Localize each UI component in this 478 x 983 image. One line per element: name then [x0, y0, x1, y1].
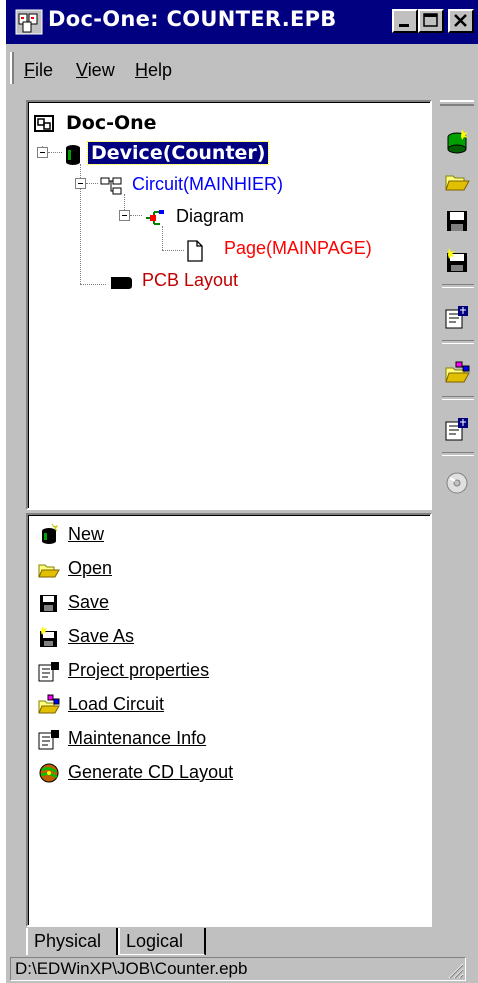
- tree-diagram-label: Diagram: [176, 206, 245, 226]
- menu-view-label: iew: [87, 60, 115, 80]
- doc-one-icon: [34, 115, 54, 132]
- toolbar-separator: [442, 340, 474, 344]
- tab-logical[interactable]: Logical: [118, 928, 206, 956]
- save-as-icon[interactable]: [444, 248, 470, 274]
- app-window: Doc-One: COUNTER.EPB File View Help Doc-…: [6, 0, 478, 983]
- load-circuit-icon: [38, 694, 60, 714]
- side-toolbar: [436, 94, 478, 530]
- tree-device-label: Device(Counter): [86, 141, 270, 165]
- minimize-icon: [399, 24, 409, 27]
- toolbar-separator: [442, 284, 474, 288]
- action-project-properties-label: Project properties: [68, 660, 210, 680]
- save-as-icon: [40, 626, 57, 647]
- action-save-label: Save: [68, 592, 110, 612]
- app-icon[interactable]: [14, 7, 44, 37]
- new-device-icon[interactable]: [444, 128, 470, 154]
- minimize-button[interactable]: [392, 9, 418, 33]
- status-path: D:\EDWinXP\JOB\Counter.epb: [10, 957, 466, 981]
- menu-file[interactable]: File: [24, 60, 53, 81]
- circuit-hierarchy-icon: [100, 177, 122, 195]
- device-icon: [66, 145, 80, 165]
- action-list: New Open Save Save As Project properties…: [26, 513, 432, 927]
- load-circuit-icon[interactable]: [444, 360, 470, 386]
- maximize-button[interactable]: [418, 9, 444, 33]
- toolbar-separator: [442, 396, 474, 400]
- diagram-collapse-toggle[interactable]: [119, 210, 130, 221]
- menu-view[interactable]: View: [76, 60, 115, 81]
- tree-page-label: Page(MAINPAGE): [224, 238, 372, 258]
- title-bar[interactable]: Doc-One: COUNTER.EPB: [6, 0, 478, 44]
- new-device-icon: [42, 524, 59, 544]
- status-bar: D:\EDWinXP\JOB\Counter.epb: [6, 955, 478, 983]
- diagram-icon: [146, 210, 164, 225]
- tab-physical[interactable]: Physical: [26, 928, 118, 958]
- close-button[interactable]: [448, 9, 474, 33]
- menu-view-mnemonic: V: [76, 60, 88, 80]
- toolbar-grip[interactable]: [440, 100, 474, 106]
- menu-help-label: elp: [148, 60, 173, 80]
- tree-root-label: Doc-One: [66, 112, 157, 134]
- properties-icon[interactable]: [444, 304, 470, 330]
- close-icon: [454, 14, 467, 27]
- menubar-grip[interactable]: [10, 52, 14, 84]
- action-open-label: Open: [68, 558, 113, 578]
- action-generate-cd-layout-label: Generate CD Layout: [68, 762, 234, 782]
- menu-bar: File View Help: [6, 46, 478, 90]
- cd-layout-icon: [39, 763, 59, 783]
- maintenance-icon[interactable]: [444, 416, 470, 442]
- page-icon: [187, 240, 203, 262]
- device-collapse-toggle[interactable]: [37, 147, 48, 158]
- save-disk-icon[interactable]: [444, 208, 470, 234]
- tab-physical-label: Physical: [34, 931, 102, 951]
- toolbar-separator: [442, 452, 474, 456]
- menu-help[interactable]: Help: [135, 60, 172, 81]
- pcb-layout-icon: [111, 277, 132, 289]
- action-maintenance-info-label: Maintenance Info: [68, 728, 207, 748]
- window-title: Doc-One: COUNTER.EPB: [48, 7, 337, 31]
- menu-file-label: ile: [35, 60, 54, 80]
- maximize-icon: [423, 13, 438, 27]
- tab-logical-label: Logical: [126, 931, 184, 951]
- cd-icon[interactable]: [444, 470, 470, 496]
- save-disk-icon: [40, 595, 57, 612]
- action-new-label: New: [68, 524, 105, 544]
- menu-help-mnemonic: H: [135, 60, 148, 80]
- open-folder-icon[interactable]: [444, 168, 470, 194]
- circuit-collapse-toggle[interactable]: [75, 178, 86, 189]
- project-tree[interactable]: Doc-One Device(Counter) Circuit(MAINHIER…: [26, 100, 432, 510]
- maintenance-icon: [38, 730, 59, 750]
- properties-icon: [38, 662, 59, 682]
- tree-circuit-label: Circuit(MAINHIER): [132, 174, 283, 194]
- action-save-as-label: Save As: [68, 626, 135, 646]
- menu-file-mnemonic: F: [24, 60, 35, 80]
- open-folder-icon: [38, 564, 60, 578]
- tree-pcb-label: PCB Layout: [142, 270, 239, 290]
- action-load-circuit-label: Load Circuit: [68, 694, 165, 714]
- resize-grip-icon[interactable]: [446, 961, 464, 979]
